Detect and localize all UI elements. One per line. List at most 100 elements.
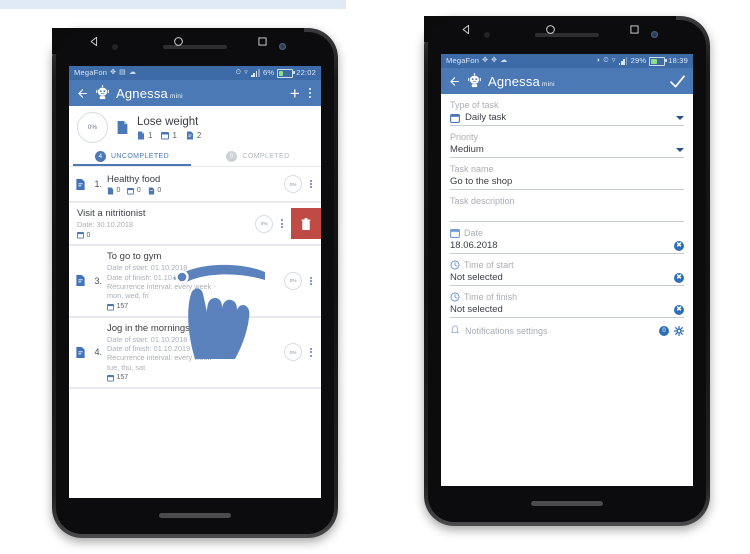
clear-date-button[interactable]: ✖ [674,240,684,251]
back-arrow-icon[interactable] [448,75,461,88]
task-row[interactable]: 1. Healthy food 0 0 0 0% [69,167,321,203]
signal-icon [250,69,260,77]
recents-square-icon[interactable] [629,24,640,35]
field-date[interactable]: Date 18.06.2018 ✖ [450,228,684,254]
tab-completed[interactable]: 0 COMPLETED [195,147,321,166]
task-progress-ring: 0% [284,271,303,290]
task-subline: Recurrence interval: every week - [107,353,216,363]
gear-icon[interactable] [674,325,684,336]
goal-progress-ring: 0% [77,112,108,143]
field-row[interactable]: 18.06.2018 ✖ [450,240,684,254]
field-time-of-start[interactable]: Time of start Not selected ✖ [450,260,684,286]
right-phone-sensor [484,32,490,38]
field-value: Medium [450,144,484,155]
task-title: Visit a nitritionist [77,208,146,219]
brand-name: Agnessa [488,73,540,89]
left-status-bar: MegaFon ✥ ▤ ☁ ⏲ ▿ 6% 22:02 [69,66,321,80]
task-form: Type of task Daily task Priority Medium [441,94,693,336]
task-count-calendar: 157 [107,374,128,382]
task-overflow-button[interactable] [307,179,315,189]
task-overflow-button[interactable] [278,218,286,228]
task-count-calendar: 0 [77,231,90,239]
goal-count-calendar-value: 1 [172,130,177,140]
task-title: Healthy food [107,173,161,185]
goal-count-repeat: 2 [186,131,201,140]
field-task-description[interactable]: Task description [450,196,684,222]
field-label: Priority [450,132,479,142]
back-triangle-icon[interactable] [89,36,100,47]
confirm-check-icon[interactable] [669,74,686,88]
field-time-of-finish[interactable]: Time of finish Not selected ✖ [450,292,684,318]
field-type-of-task[interactable]: Type of task Daily task [450,100,684,126]
doc-icon [138,131,144,139]
clock-icon [450,292,460,302]
task-title: Jog in the mornings [107,322,190,334]
screenshot-stage: MegaFon ✥ ▤ ☁ ⏲ ▿ 6% 22:02 Agnessa mini … [0,0,750,554]
alarm-icon: ⏲ [603,57,609,64]
task-doc-icon [76,275,85,287]
task-name-input[interactable]: Go to the shop [450,176,684,187]
right-phone-front-camera [651,31,658,38]
goal-count-doc-value: 1 [148,130,153,140]
chevron-down-icon[interactable] [676,147,684,152]
task-doc-icon [76,346,85,358]
carrier-label: MegaFon [74,68,108,77]
goal-header-card[interactable]: 0% Lose weight 1 1 2 [69,106,321,147]
clear-time-of-start-button[interactable]: ✖ [674,272,684,283]
left-phone-speaker-grill [159,513,231,518]
task-row[interactable]: Visit a nitritionist Date: 30.10.2018 0 … [69,203,321,247]
tab-uncompleted[interactable]: 4 UNCOMPLETED [69,147,195,166]
task-row[interactable]: 4. Jog in the mornings Date of start: 01… [69,317,321,389]
field-value: Daily task [465,112,507,123]
chevron-down-icon[interactable] [676,115,684,120]
brand-suffix: mini [542,80,555,88]
robot-logo-icon [468,73,481,88]
task-subline: mon, wed, fri [107,291,149,301]
field-priority[interactable]: Priority Medium [450,132,684,158]
task-count-calendar-value: 157 [116,303,129,311]
field-row[interactable]: Go to the shop [450,176,684,190]
clock-label: 22:02 [296,68,316,77]
field-row[interactable]: Medium [450,144,684,158]
overflow-menu-button[interactable] [306,86,314,101]
task-overflow-button[interactable] [307,276,315,286]
field-task-name[interactable]: Task name Go to the shop [450,164,684,190]
battery-percent-label: 29% [630,56,647,65]
task-subline: Date of finish: 01.10.2019 [107,343,191,353]
field-label: Date [464,228,484,238]
battery-percent-label: 6% [262,68,275,77]
time-of-finish-input[interactable]: Not selected [450,304,669,315]
field-notifications-settings[interactable]: Notifications settings 0 [450,324,684,336]
task-body: Healthy food 0 0 0 [107,174,279,195]
field-row[interactable]: Not selected ✖ [450,304,684,318]
brand-name: Agnessa [116,85,168,101]
recents-square-icon[interactable] [257,36,268,47]
task-subline: Date of start: 01.10.2018 [107,263,188,273]
clock-label: 18:39 [668,56,688,65]
clear-time-of-finish-button[interactable]: ✖ [674,304,684,315]
task-row[interactable]: 3. To go to gym Date of start: 01.10.201… [69,246,321,318]
right-phone-screen: MegaFon ✥ ✥ ☁ ◑ ⏲ ▿ 29% 18:39 Agnessa mi… [441,54,693,486]
right-phone-speaker-grill [531,501,603,506]
field-label: Task name [450,164,494,174]
back-arrow-icon[interactable] [76,87,89,100]
left-phone-screen: MegaFon ✥ ▤ ☁ ⏲ ▿ 6% 22:02 Agnessa mini … [69,66,321,498]
field-label: Type of task [450,100,499,110]
field-row[interactable]: Daily task [450,112,684,126]
home-circle-icon[interactable] [173,36,184,47]
field-row[interactable]: Not selected ✖ [450,272,684,286]
home-circle-icon[interactable] [545,24,556,35]
task-counts: 157 [107,303,279,311]
back-triangle-icon[interactable] [461,24,472,35]
task-overflow-button[interactable] [307,347,315,357]
task-status-tabs: 4 UNCOMPLETED 0 COMPLETED [69,147,321,167]
task-description-input[interactable] [450,208,684,222]
task-count-calendar-value: 0 [136,187,141,194]
task-delete-button[interactable] [291,208,321,240]
date-input[interactable]: 18.06.2018 [450,240,669,251]
add-task-button[interactable]: + [290,85,300,102]
task-body: Jog in the mornings Date of start: 01.10… [107,323,279,382]
time-of-start-input[interactable]: Not selected [450,272,669,283]
calendar-icon [107,374,114,382]
task-count-calendar-value: 157 [116,374,129,382]
